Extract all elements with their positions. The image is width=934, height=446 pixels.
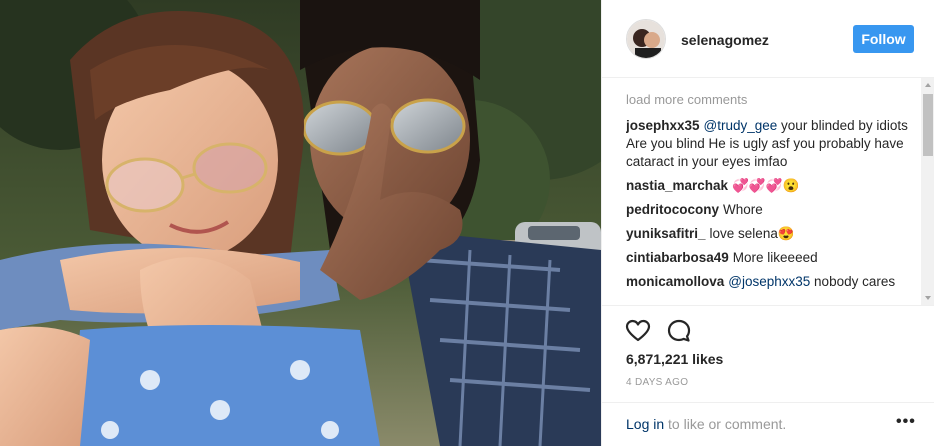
post-photo[interactable] — [0, 0, 601, 446]
login-rest-text: to like or comment. — [664, 416, 787, 432]
comments-scrollbar[interactable] — [921, 78, 934, 305]
comment-author[interactable]: nastia_marchak — [626, 178, 728, 193]
comment-item: pedritococony Whore — [626, 201, 918, 219]
comment-text: nobody cares — [810, 274, 896, 289]
comment-text: Whore — [723, 202, 763, 217]
post-header: selenagomez Follow — [602, 0, 934, 78]
comments-list: load more comments josephxx35 @trudy_gee … — [626, 90, 918, 305]
comment-author[interactable]: pedritococony — [626, 202, 719, 217]
comment-item: nastia_marchak 💞💞💞😮 — [626, 177, 918, 195]
comment-mention[interactable]: @trudy_gee — [704, 118, 778, 133]
avatar-image — [627, 20, 665, 58]
comment-item: josephxx35 @trudy_gee your blinded by idi… — [626, 117, 918, 171]
comment-text: love selena😍 — [709, 226, 795, 241]
comment-text: More likeeeed — [732, 250, 818, 265]
comment-item: cintiabarbosa49 More likeeeed — [626, 249, 918, 267]
login-link[interactable]: Log in — [626, 416, 664, 432]
post-timestamp[interactable]: 4 DAYS AGO — [626, 377, 688, 388]
scroll-down-arrow-icon[interactable] — [921, 291, 934, 305]
comment-mention[interactable]: @josephxx35 — [728, 274, 810, 289]
follow-button[interactable]: Follow — [853, 25, 914, 53]
load-more-comments-link[interactable]: load more comments — [626, 90, 918, 110]
comment-author[interactable]: monicamollova — [626, 274, 724, 289]
speech-bubble-icon[interactable] — [666, 318, 692, 344]
avatar[interactable] — [626, 19, 666, 59]
comment-author[interactable]: cintiabarbosa49 — [626, 250, 729, 265]
username-link[interactable]: selenagomez — [681, 32, 769, 48]
comment-author[interactable]: josephxx35 — [626, 118, 700, 133]
comment-item: yuniksafitri_ love selena😍 — [626, 225, 918, 243]
comment-item: monicamollova @josephxx35 nobody cares — [626, 273, 918, 291]
likes-count[interactable]: 6,871,221 likes — [626, 351, 723, 367]
heart-outline-icon[interactable] — [625, 318, 651, 344]
comment-author[interactable]: yuniksafitri_ — [626, 226, 706, 241]
scroll-up-arrow-icon[interactable] — [921, 78, 934, 92]
post-photo-image — [0, 0, 601, 446]
post-sidebar: selenagomez Follow load more comments jo… — [601, 0, 934, 446]
comment-text: 💞💞💞😮 — [732, 178, 800, 193]
scroll-thumb[interactable] — [923, 94, 933, 156]
login-text: Log in to like or comment. — [626, 416, 786, 432]
post-actions: 6,871,221 likes 4 DAYS AGO Log in to lik… — [602, 305, 934, 446]
ellipsis-icon[interactable]: ••• — [896, 414, 915, 433]
login-prompt: Log in to like or comment. ••• — [602, 402, 934, 446]
